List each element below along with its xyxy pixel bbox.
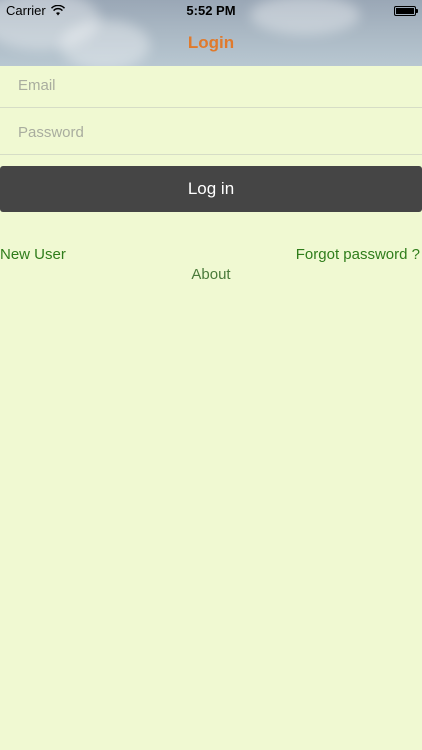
- page-title: Login: [187, 33, 235, 52]
- password-field-row: [0, 109, 422, 155]
- email-field-row: [0, 62, 422, 108]
- password-input[interactable]: [16, 109, 410, 155]
- header-background: Carrier 5:52 PM Login: [0, 0, 422, 66]
- status-bar: Carrier 5:52 PM: [0, 0, 422, 22]
- login-button[interactable]: Log in: [0, 166, 422, 212]
- battery-icon: [394, 6, 418, 16]
- about-link[interactable]: About: [0, 266, 422, 283]
- forgot-password-link[interactable]: Forgot password ?: [296, 246, 420, 263]
- battery-fill: [396, 8, 414, 14]
- new-user-link[interactable]: New User: [0, 246, 66, 263]
- status-time: 5:52 PM: [186, 3, 236, 18]
- email-input[interactable]: [16, 62, 410, 108]
